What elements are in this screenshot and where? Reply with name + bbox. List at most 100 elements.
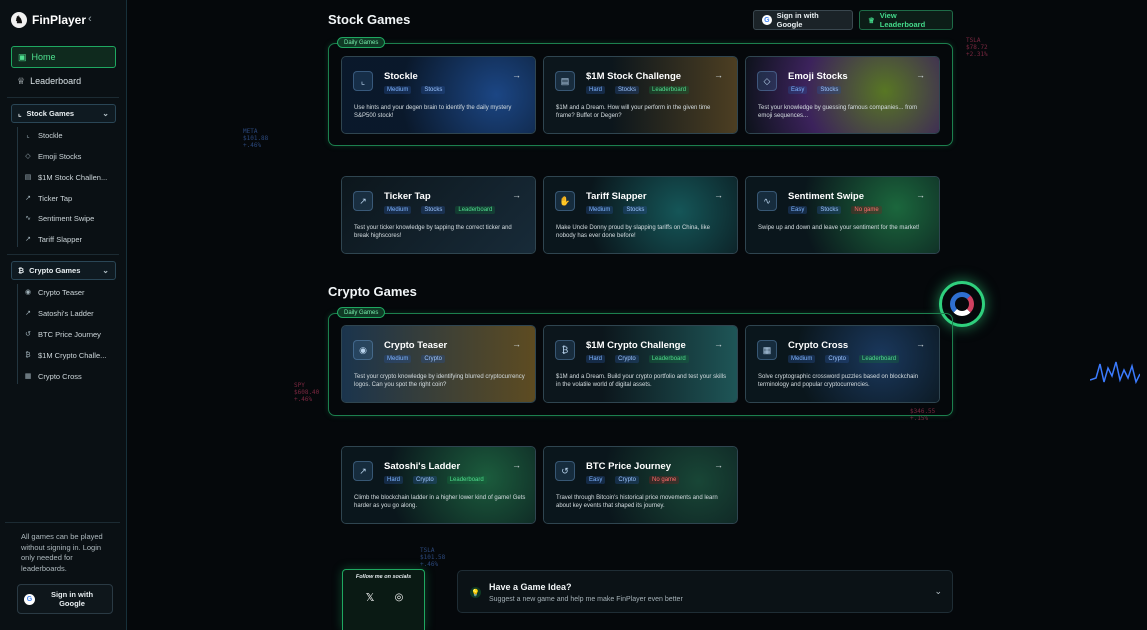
- sidebar-item-label: Leaderboard: [30, 76, 82, 86]
- chevron-down-icon[interactable]: ⌄: [934, 586, 942, 597]
- sidebar-item-tariff-slapper[interactable]: ↗ Tariff Slapper: [24, 232, 82, 246]
- crypto-card-crypto-teaser[interactable]: ◉ Crypto Teaser Medium Crypto Test your cryp…: [341, 325, 536, 403]
- instagram-icon[interactable]: ◎: [392, 590, 406, 604]
- crypto-daily-games-badge: Daily Games: [337, 307, 386, 318]
- sidebar-item-home[interactable]: ▣ Home: [11, 46, 116, 68]
- signin-google-label: Sign in with Google: [776, 11, 819, 29]
- signin-google-button[interactable]: G Sign in with Google: [753, 10, 853, 30]
- card-title: Satoshi's Ladder: [384, 461, 461, 472]
- arrow-right-icon: →: [916, 190, 925, 200]
- sidebar-tree-line: [17, 284, 18, 384]
- bitcoin-icon: ₿: [18, 266, 25, 275]
- crypto-card-satoshi-s-ladder[interactable]: ↗ Satoshi's Ladder Hard Crypto Leaderboard Cl…: [341, 446, 536, 524]
- finplayer-logo-icon: ♞: [11, 12, 27, 28]
- card-tag: Stocks: [817, 206, 842, 214]
- bg-ticker-tsla-2: TSLA $101.58 +.46%: [420, 547, 446, 568]
- arrow-right-icon: →: [512, 460, 521, 470]
- sidebar-item-sentiment-swipe[interactable]: ∿ Sentiment Swipe: [24, 211, 94, 225]
- card-tag: Easy: [788, 206, 808, 214]
- sidebar: ♞ FinPlayer ‹ ▣ Home ♕ Leaderboard ⌞ Sto…: [0, 0, 127, 630]
- sidebar-divider: [7, 254, 119, 255]
- brand[interactable]: ♞ FinPlayer: [11, 12, 86, 28]
- card-tag: Leaderboard: [446, 476, 487, 484]
- card-description: Climb the blockchain ladder in a higher …: [354, 495, 526, 510]
- arrow-right-icon: →: [512, 339, 521, 349]
- trend-up-icon: ↗: [353, 461, 373, 481]
- sidebar-group-label: Stock Games: [26, 109, 75, 118]
- card-background-art: [544, 447, 737, 523]
- sidebar-item-ticker-tap[interactable]: ↗ Ticker Tap: [24, 191, 72, 205]
- card-background-art: [746, 177, 939, 253]
- google-icon: G: [24, 593, 35, 605]
- card-tag: Medium: [384, 206, 412, 214]
- sidebar-group-crypto-games[interactable]: ₿ Crypto Games ⌄: [11, 261, 116, 280]
- card-background-art: [342, 177, 535, 253]
- card-tags: Easy Stocks: [788, 86, 842, 94]
- stock-card-sentiment-swipe[interactable]: ∿ Sentiment Swipe Easy Stocks No game Swipe u…: [745, 176, 940, 254]
- sidebar-signin-button[interactable]: G Sign in with Google: [17, 584, 113, 614]
- card-tag: Leaderboard: [649, 86, 690, 94]
- card-tag: Medium: [788, 355, 816, 363]
- stock-card-1m-stock-challenge[interactable]: ▤ $1M Stock Challenge Hard Stocks Leaderboar…: [543, 56, 738, 134]
- card-tag: Crypto: [421, 355, 446, 363]
- card-description: $1M and a Dream. Build your crypto portf…: [556, 374, 727, 389]
- bitcoin-icon: ₿: [25, 351, 31, 359]
- sidebar-item-leaderboard[interactable]: ♕ Leaderboard: [11, 72, 116, 90]
- game-idea-panel[interactable]: 💡 Have a Game Idea? Suggest a new game a…: [457, 570, 953, 613]
- home-icon: ▣: [18, 51, 27, 62]
- sidebar-item-label: Home: [31, 52, 56, 62]
- card-tag: No game: [851, 206, 882, 214]
- collapse-sidebar-icon[interactable]: ‹: [88, 13, 92, 25]
- sidebar-item-label: $1M Crypto Challe...: [38, 350, 107, 360]
- sidebar-group-stock-games[interactable]: ⌞ Stock Games ⌄: [11, 104, 116, 123]
- card-tags: Medium Stocks Leaderboard: [384, 206, 496, 214]
- game-idea-title: Have a Game Idea?: [489, 582, 572, 592]
- sidebar-item-satoshis-ladder[interactable]: ↗ Satoshi's Ladder: [24, 306, 94, 320]
- stock-card-tariff-slapper[interactable]: ✋ Tariff Slapper Medium Stocks Make Uncle Do…: [543, 176, 738, 254]
- brand-name: FinPlayer: [32, 13, 87, 27]
- stock-card-stockle[interactable]: ⌞ Stockle Medium Stocks Use hints and your d…: [341, 56, 536, 134]
- pulse-icon: ∿: [25, 215, 31, 222]
- stock-card-emoji-stocks[interactable]: ◇ Emoji Stocks Easy Stocks Test your knowled…: [745, 56, 940, 134]
- bg-ticker-meta: META $101.88 +.46%: [243, 128, 269, 149]
- sidebar-item-btc-price-journey[interactable]: ↺ BTC Price Journey: [24, 327, 101, 341]
- grid-icon: ▦: [24, 373, 32, 380]
- card-tag: Crypto: [413, 476, 437, 484]
- arrow-right-icon: →: [512, 190, 521, 200]
- grid-icon: ▦: [757, 340, 777, 360]
- stock-card-ticker-tap[interactable]: ↗ Ticker Tap Medium Stocks Leaderboard Test y…: [341, 176, 536, 254]
- crypto-card-btc-price-journey[interactable]: ↺ BTC Price Journey Easy Crypto No game Trave…: [543, 446, 738, 524]
- card-background-art: [342, 326, 535, 402]
- card-description: $1M and a Dream. How will your perform i…: [556, 105, 711, 120]
- card-tag: Crypto: [615, 355, 639, 363]
- sidebar-item-crypto-challenge[interactable]: ₿ $1M Crypto Challe...: [24, 348, 106, 362]
- card-tag: Medium: [586, 206, 614, 214]
- arrow-right-icon: →: [714, 339, 723, 349]
- sidebar-item-emoji-stocks[interactable]: ◇ Emoji Stocks: [24, 149, 81, 163]
- card-title: Tariff Slapper: [586, 191, 647, 202]
- arrow-right-icon: →: [714, 70, 723, 80]
- sidebar-item-crypto-teaser[interactable]: ◉ Crypto Teaser: [24, 285, 85, 299]
- view-leaderboard-button[interactable]: ♕ View Leaderboard: [859, 10, 953, 30]
- card-tag: Stocks: [615, 86, 640, 94]
- history-icon: ↺: [25, 331, 31, 338]
- sidebar-item-label: Ticker Tap: [38, 193, 73, 203]
- card-background-art: [544, 177, 737, 253]
- card-tag: Easy: [586, 476, 606, 484]
- chart-icon: ⌞: [18, 109, 22, 118]
- crypto-card-1m-crypto-challenge[interactable]: ₿ $1M Crypto Challenge Hard Crypto Leaderboa…: [543, 325, 738, 403]
- sidebar-item-stock-challenge[interactable]: ▤ $1M Stock Challen...: [24, 170, 108, 184]
- sidebar-item-crypto-cross[interactable]: ▦ Crypto Cross: [24, 369, 82, 383]
- x-twitter-icon[interactable]: 𝕏: [363, 590, 377, 604]
- card-title: $1M Crypto Challenge: [586, 340, 686, 351]
- sidebar-item-stockle[interactable]: ⌞ Stockle: [24, 128, 63, 142]
- sidebar-item-label: Stockle: [38, 130, 63, 140]
- trend-up-icon: ↗: [25, 310, 31, 317]
- card-description: Solve cryptographic crossword puzzles ba…: [758, 374, 919, 389]
- card-description: Swipe up and down and leave your sentime…: [758, 225, 920, 231]
- card-title: Crypto Cross: [788, 340, 849, 351]
- trend-up-icon: ↗: [25, 236, 31, 243]
- chevron-down-icon: ⌄: [102, 109, 109, 118]
- crypto-card-crypto-cross[interactable]: ▦ Crypto Cross Medium Crypto Leaderboard Solv…: [745, 325, 940, 403]
- diamond-icon: ◇: [25, 153, 31, 160]
